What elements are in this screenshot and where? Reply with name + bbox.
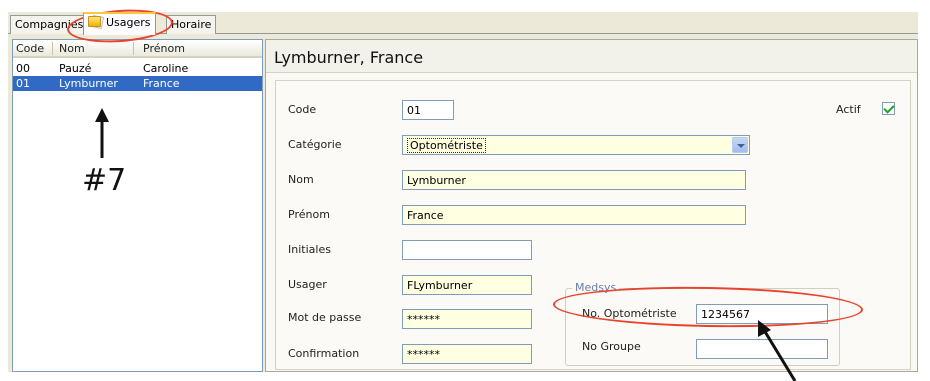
annotation-arrows [95,108,797,381]
tab-label: Usagers [106,16,151,29]
folder-icon [88,16,101,27]
arrow-to-selected-row [95,108,109,158]
tab-usagers[interactable]: Usagers [83,12,156,35]
arrow-to-optometriste-field [758,320,797,381]
